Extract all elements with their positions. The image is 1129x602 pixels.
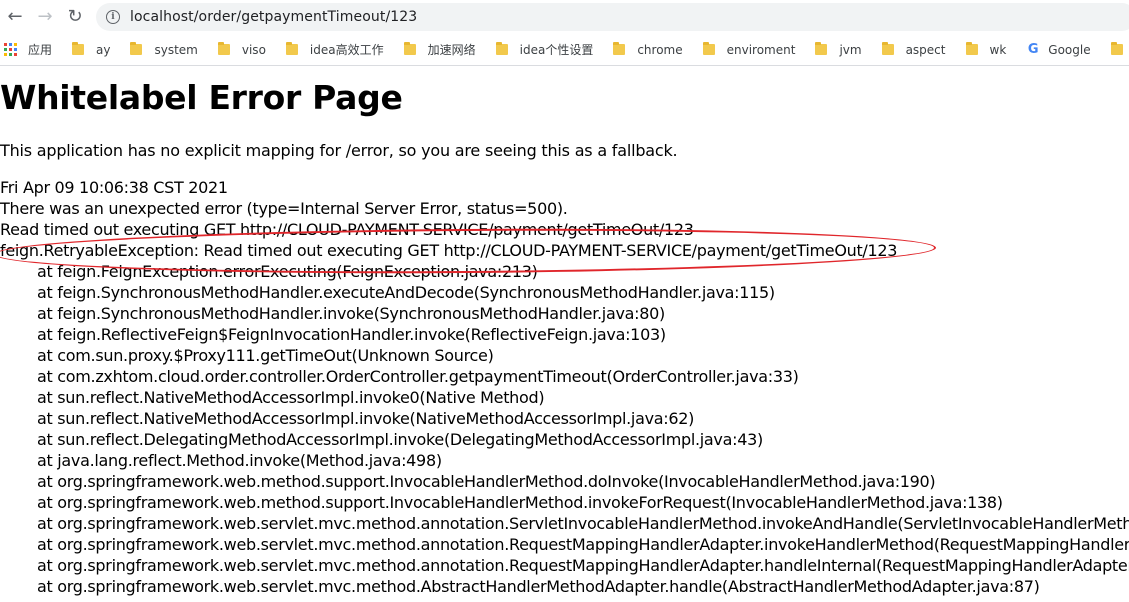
bookmark-label: idea个性设置: [519, 43, 594, 57]
bookmark-label: viso: [241, 42, 266, 57]
stack-frame: at com.sun.proxy.$Proxy111.getTimeOut(Un…: [37, 346, 494, 365]
bookmark-label: 应用: [28, 43, 53, 57]
stack-frame: at org.springframework.web.servlet.mvc.m…: [37, 514, 1129, 533]
error-timestamp: Fri Apr 09 10:06:38 CST 2021: [0, 178, 228, 197]
stack-frame: at feign.SynchronousMethodHandler.invoke…: [37, 304, 665, 323]
forward-arrow-icon[interactable]: →: [30, 2, 60, 32]
bookmark-label: idea高效工作: [309, 43, 384, 57]
google-icon: G: [1027, 42, 1039, 57]
bookmark-label: 加速网络: [427, 43, 476, 57]
stack-frame: at org.springframework.web.servlet.mvc.m…: [37, 535, 1129, 554]
bookmark-folder[interactable]: aspect: [881, 42, 946, 57]
error-description: This application has no explicit mapping…: [0, 141, 678, 160]
folder-icon: [130, 42, 143, 55]
stack-frame: at org.springframework.web.method.suppor…: [37, 472, 936, 491]
bookmark-label: chrome: [637, 42, 683, 57]
error-details: Fri Apr 09 10:06:38 CST 2021 There was a…: [0, 177, 897, 261]
bookmark-label: wk: [989, 42, 1007, 57]
folder-icon: [815, 42, 828, 55]
folder-icon: [613, 42, 626, 55]
exception-line: feign.RetryableException: Read timed out…: [0, 241, 898, 260]
stack-frame: at java.lang.reflect.Method.invoke(Metho…: [37, 451, 442, 470]
bookmark-folder[interactable]: country: [1110, 42, 1129, 57]
stack-frame: at org.springframework.web.servlet.mvc.m…: [37, 556, 1129, 575]
folder-icon: [702, 42, 715, 55]
stack-frame: at com.zxhtom.cloud.order.controller.Ord…: [37, 367, 799, 386]
bookmark-apps[interactable]: 应用: [0, 41, 52, 58]
bookmark-folder[interactable]: system: [130, 42, 198, 57]
bookmark-label: system: [154, 42, 198, 57]
stack-frame: at feign.SynchronousMethodHandler.execut…: [37, 283, 775, 302]
folder-icon: [217, 42, 230, 55]
stack-frame: at feign.ReflectiveFeign$FeignInvocation…: [37, 325, 666, 344]
stack-frame: at org.springframework.web.servlet.mvc.m…: [37, 577, 1040, 596]
bookmark-label: enviroment: [726, 42, 796, 57]
stack-frame: at org.springframework.web.method.suppor…: [37, 493, 1003, 512]
bookmark-label: aspect: [905, 42, 946, 57]
bookmark-folder[interactable]: 加速网络: [403, 41, 476, 58]
stack-frame: at sun.reflect.NativeMethodAccessorImpl.…: [37, 388, 545, 407]
folder-icon: [403, 42, 416, 55]
folder-icon: [72, 42, 85, 55]
bookmarks-bar: 应用 ay system viso idea高效工作 加速网络 idea个性设置…: [0, 34, 1129, 66]
address-bar[interactable]: i localhost/order/getpaymentTimeout/123: [96, 3, 1129, 31]
info-icon[interactable]: i: [106, 10, 120, 24]
bookmark-label: jvm: [839, 42, 862, 57]
stack-frame: at sun.reflect.DelegatingMethodAccessorI…: [37, 430, 763, 449]
reload-icon[interactable]: ↻: [60, 2, 90, 32]
page-content: Whitelabel Error Page This application h…: [0, 70, 1129, 602]
folder-icon: [1110, 42, 1123, 55]
browser-toolbar: ← → ↻ i localhost/order/getpaymentTimeou…: [0, 0, 1129, 34]
back-arrow-icon[interactable]: ←: [0, 2, 30, 32]
folder-icon: [965, 42, 978, 55]
apps-grid-icon: [4, 42, 18, 57]
bookmark-folder[interactable]: ay: [72, 42, 111, 57]
bookmark-folder[interactable]: jvm: [815, 42, 862, 57]
bookmark-folder[interactable]: viso: [217, 42, 266, 57]
stack-frame: at feign.FeignException.errorExecuting(F…: [37, 262, 538, 281]
bookmark-label: Google: [1048, 42, 1091, 57]
folder-icon: [495, 42, 508, 55]
bookmark-label: ay: [96, 42, 111, 57]
page-title: Whitelabel Error Page: [0, 78, 403, 117]
error-status-line: There was an unexpected error (type=Inte…: [0, 199, 568, 218]
stack-trace: at feign.FeignException.errorExecuting(F…: [0, 261, 1129, 597]
bookmark-folder[interactable]: chrome: [613, 42, 683, 57]
bookmark-folder[interactable]: idea个性设置: [495, 41, 594, 58]
folder-icon: [881, 42, 894, 55]
bookmark-folder[interactable]: enviroment: [702, 42, 796, 57]
stack-frame: at sun.reflect.NativeMethodAccessorImpl.…: [37, 409, 695, 428]
bookmark-google[interactable]: G Google: [1026, 42, 1091, 57]
error-message: Read timed out executing GET http://CLOU…: [0, 220, 694, 239]
bookmark-folder[interactable]: wk: [965, 42, 1007, 57]
url-text[interactable]: localhost/order/getpaymentTimeout/123: [130, 9, 417, 25]
bookmark-folder[interactable]: idea高效工作: [285, 41, 384, 58]
folder-icon: [285, 42, 298, 55]
